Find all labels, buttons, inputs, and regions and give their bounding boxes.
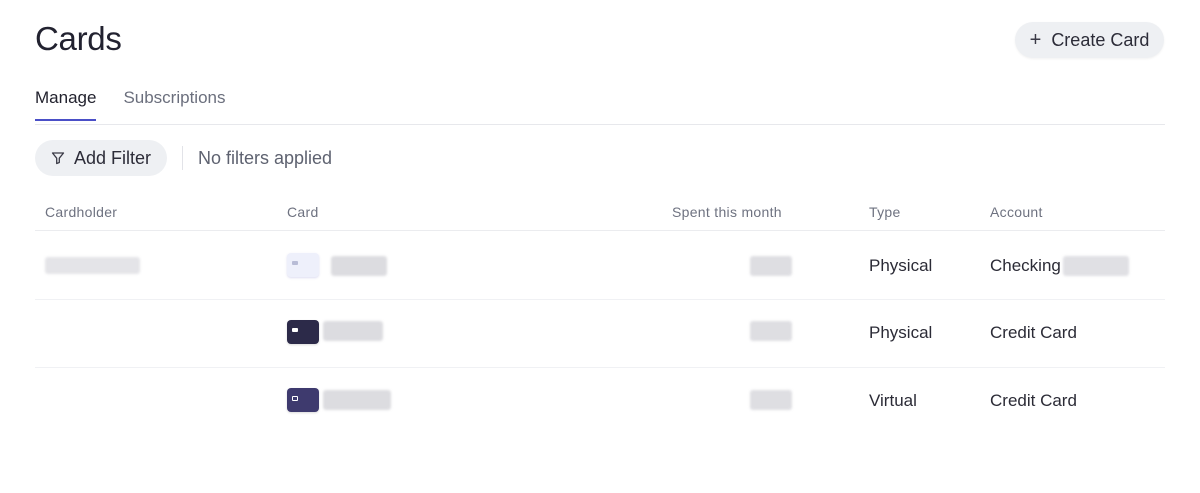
tab-manage[interactable]: Manage [35, 88, 97, 121]
account-cell: Checking [990, 256, 1061, 275]
column-header-card[interactable]: Card [287, 204, 319, 220]
tab-bar: Manage Subscriptions [35, 88, 226, 121]
redacted-amount [750, 256, 792, 276]
type-cell: Physical [869, 256, 933, 275]
filter-divider [182, 146, 183, 170]
tabs-divider [35, 124, 1165, 125]
tab-subscriptions[interactable]: Subscriptions [123, 88, 225, 118]
redacted-amount [750, 321, 792, 341]
account-cell: Credit Card [990, 323, 1077, 342]
type-cell: Physical [869, 323, 933, 342]
table-row[interactable]: Physical Checking [35, 231, 1165, 299]
column-header-type[interactable]: Type [869, 204, 901, 220]
add-filter-button[interactable]: Add Filter [35, 140, 167, 176]
filter-icon [51, 151, 65, 165]
card-chip-icon [292, 328, 298, 332]
account-cell: Credit Card [990, 391, 1077, 410]
add-filter-label: Add Filter [73, 147, 152, 168]
create-card-button[interactable]: + Create Card [1015, 22, 1164, 58]
card-light-icon [287, 253, 319, 277]
table-row[interactable]: Virtual Credit Card [35, 368, 1165, 436]
page-title: Cards [35, 20, 122, 57]
column-header-spent[interactable]: Spent this month [672, 204, 782, 220]
type-cell: Virtual [869, 391, 917, 410]
column-header-account[interactable]: Account [990, 204, 1043, 220]
redacted-card-number [331, 256, 387, 276]
card-dark-icon [287, 320, 319, 344]
redacted-cardholder [45, 257, 140, 274]
create-card-label: Create Card [1051, 29, 1150, 50]
table-row[interactable]: Physical Credit Card [35, 300, 1165, 368]
redacted-account-number [1063, 256, 1129, 276]
redacted-card-number [323, 390, 391, 410]
card-purple-icon [287, 388, 319, 412]
plus-icon: + [1029, 29, 1042, 51]
card-chip-icon [292, 261, 298, 265]
card-chip-icon [292, 396, 298, 401]
filter-status: No filters applied [198, 148, 333, 168]
redacted-amount [750, 390, 792, 410]
column-header-cardholder[interactable]: Cardholder [45, 204, 117, 220]
redacted-card-number [323, 321, 383, 341]
